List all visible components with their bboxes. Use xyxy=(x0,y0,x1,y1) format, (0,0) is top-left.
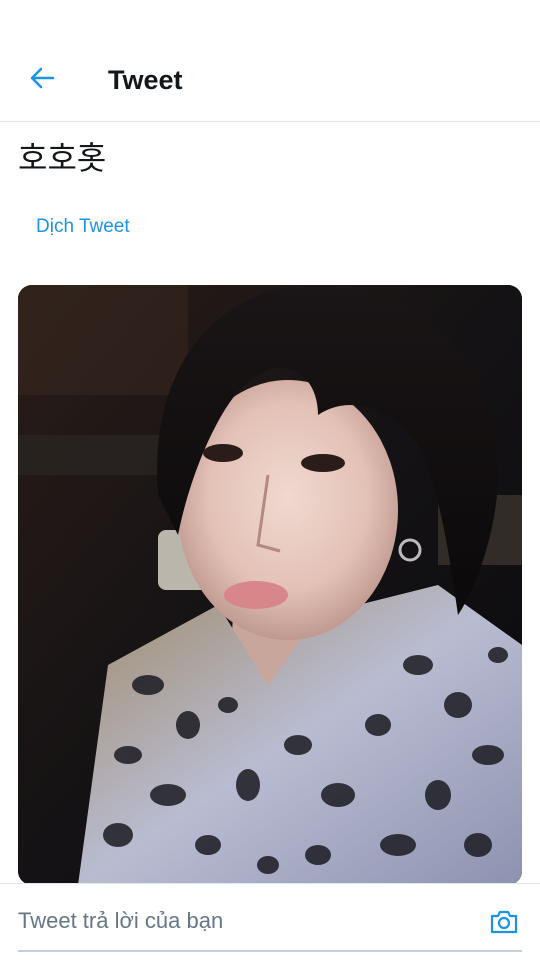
photo-illustration xyxy=(18,285,522,885)
tweet-text: 호호홋 xyxy=(18,139,107,177)
add-photo-button[interactable] xyxy=(484,904,524,944)
reply-composer: Tweet trả lời của bạn xyxy=(0,883,540,960)
status-bar xyxy=(0,0,540,38)
back-button[interactable] xyxy=(22,60,62,100)
arrow-left-icon xyxy=(28,64,56,97)
tweet-detail-screen: Tweet 호호홋 Dịch Tweet Tweet trả lời của b… xyxy=(0,0,540,960)
tweet-photo[interactable] xyxy=(18,285,522,885)
reply-input-underline xyxy=(18,950,522,952)
reply-input[interactable]: Tweet trả lời của bạn xyxy=(18,906,478,936)
camera-icon xyxy=(488,906,520,943)
top-app-bar: Tweet xyxy=(0,38,540,122)
page-title: Tweet xyxy=(108,65,183,95)
translate-tweet-link[interactable]: Dịch Tweet xyxy=(36,213,130,241)
